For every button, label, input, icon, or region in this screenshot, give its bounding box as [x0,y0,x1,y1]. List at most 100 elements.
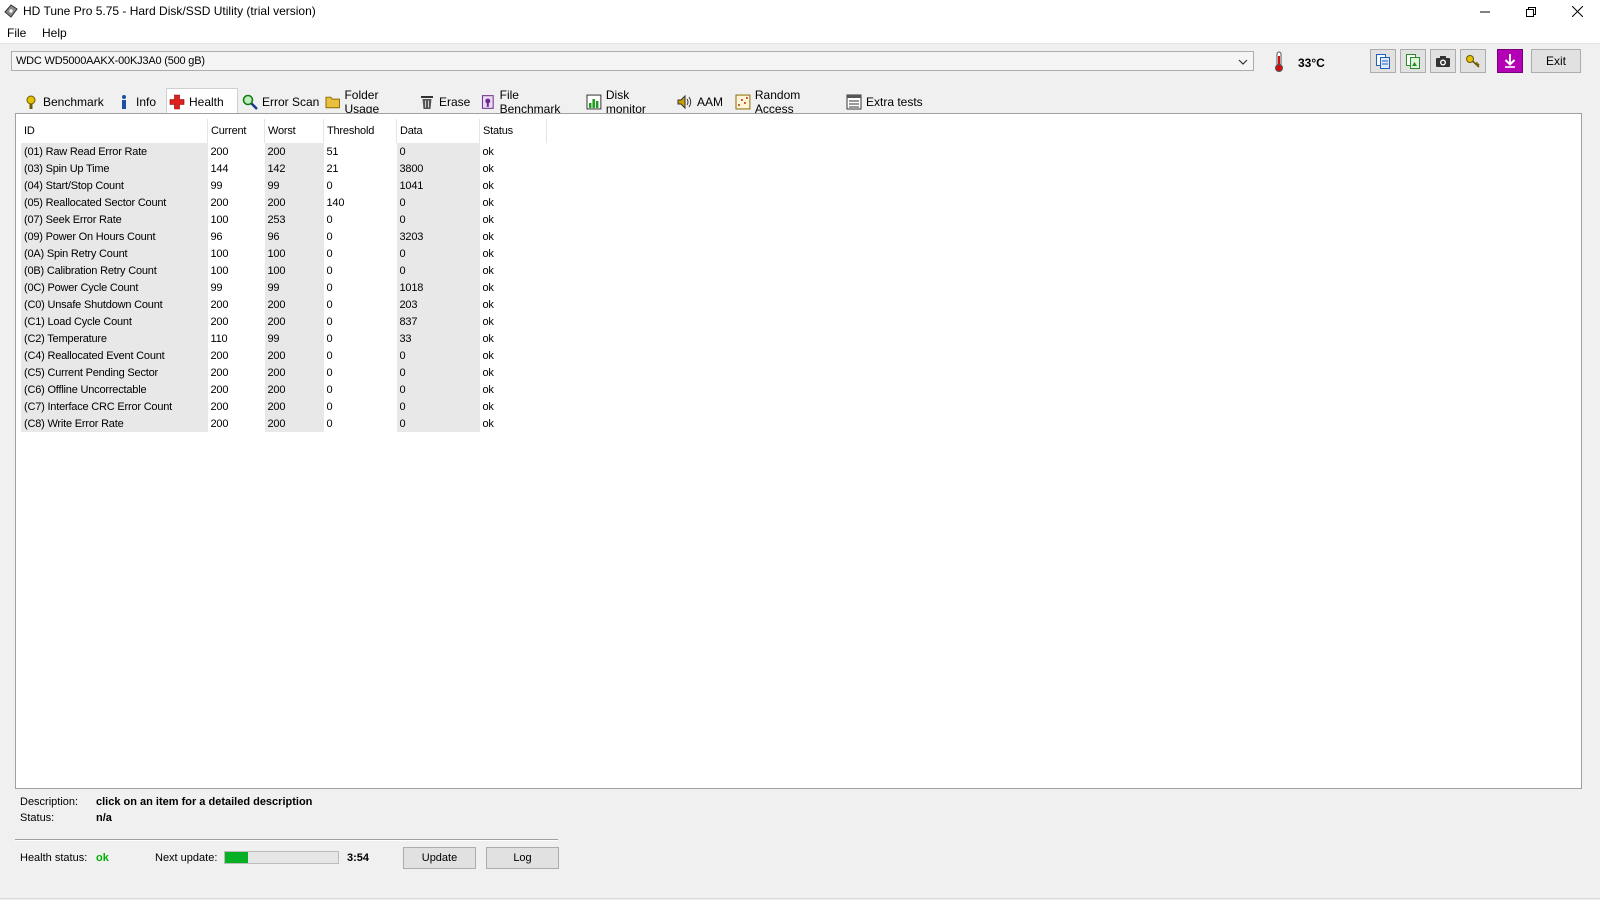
download-button[interactable] [1497,49,1523,73]
table-cell-data: 0 [396,262,480,279]
disk-monitor-icon [586,94,602,109]
table-cell-worst: 200 [264,381,324,398]
copy-text-button[interactable] [1370,49,1396,73]
tab-folder-usage[interactable]: Folder Usage [322,88,415,116]
column-header-status[interactable]: Status [479,119,547,143]
restore-icon [1526,6,1536,17]
tab-file-benchmark-label: File Benchmark [499,87,561,116]
tab-disk-monitor[interactable]: Disk monitor [583,88,673,116]
tab-erase[interactable]: Erase [416,90,476,112]
temperature-readout: 33°C [1298,56,1325,70]
folder-icon [325,96,340,108]
close-icon [1571,6,1583,17]
table-cell-status: ok [482,145,494,158]
table-row[interactable]: (C4) Reallocated Event Count 200 200 0 0 ok [21,347,547,364]
table-cell-data: 0 [396,245,480,262]
speaker-icon [677,94,692,109]
table-cell-threshold: 21 [326,162,339,175]
tab-extra-tests-label: Extra tests [866,94,923,109]
drive-select[interactable]: WDC WD5000AAKX-00KJ3A0 (500 gB) [11,51,1254,71]
table-row[interactable]: (C2) Temperature 110 99 0 33 ok [21,330,547,347]
table-cell-threshold: 0 [326,298,333,311]
table-row[interactable]: (05) Reallocated Sector Count 200 200 140 0 o… [21,194,547,211]
tab-random-access-label: Random Access [754,87,801,116]
window-title: HD Tune Pro 5.75 - Hard Disk/SSD Utility… [23,4,316,18]
menu-file[interactable]: File [7,26,26,40]
table-row[interactable]: (C6) Offline Uncorrectable 200 200 0 0 ok [21,381,547,398]
health-cross-icon [169,94,185,109]
log-button[interactable]: Log [486,847,559,869]
info-icon [122,94,126,109]
copy-icon [1376,54,1390,69]
tab-aam-label: AAM [697,94,724,109]
table-cell-id: (C4) Reallocated Event Count [21,347,208,364]
column-header-data[interactable]: Data [396,119,480,143]
table-cell-status: ok [482,264,494,277]
table-cell-threshold: 140 [326,196,345,209]
tab-info[interactable]: Info [113,90,165,112]
table-cell-id: (07) Seek Error Rate [21,211,208,228]
table-cell-data: 0 [396,398,480,415]
table-row[interactable]: (C5) Current Pending Sector 200 200 0 0 ok [21,364,547,381]
table-row[interactable]: (C1) Load Cycle Count 200 200 0 837 ok [21,313,547,330]
menu-help[interactable]: Help [42,26,67,40]
table-row[interactable]: (0B) Calibration Retry Count 100 100 0 0 ok [21,262,547,279]
table-cell-threshold: 0 [326,230,333,243]
tab-aam[interactable]: AAM [674,90,731,112]
table-cell-worst: 200 [264,194,324,211]
table-cell-threshold: 51 [326,145,339,158]
table-row[interactable]: (0A) Spin Retry Count 100 100 0 0 ok [21,245,547,262]
update-button[interactable]: Update [403,847,476,869]
table-cell-worst: 142 [264,160,324,177]
table-row[interactable]: (09) Power On Hours Count 96 96 0 3203 ok [21,228,547,245]
tab-info-label: Info [136,94,157,109]
column-header-worst[interactable]: Worst [264,119,324,143]
tab-benchmark[interactable]: Benchmark [20,90,112,112]
copy-screenshot-button[interactable] [1400,49,1426,73]
table-cell-data: 1018 [396,279,480,296]
table-cell-current: 200 [210,400,229,413]
close-button[interactable] [1554,0,1600,23]
table-cell-threshold: 0 [326,332,333,345]
smart-table-body: (01) Raw Read Error Rate 200 200 51 0 ok (03) … [21,143,547,432]
tab-file-benchmark[interactable]: File Benchmark [477,88,582,116]
health-status-label: Health status: [20,852,88,864]
minimize-button[interactable] [1462,0,1508,23]
table-cell-status: ok [482,162,494,175]
table-cell-data: 33 [396,330,480,347]
table-cell-current: 200 [210,145,229,158]
random-access-icon [735,94,751,109]
exit-button[interactable]: Exit [1531,49,1581,73]
table-row[interactable]: (01) Raw Read Error Rate 200 200 51 0 ok [21,143,547,160]
copy-image-icon [1406,54,1420,69]
tab-erase-label: Erase [439,94,471,109]
chevron-down-icon [1238,59,1248,65]
table-row[interactable]: (03) Spin Up Time 144 142 21 3800 ok [21,160,547,177]
column-header-threshold[interactable]: Threshold [323,119,397,143]
table-cell-worst: 200 [264,313,324,330]
table-cell-status: ok [482,400,494,413]
table-cell-data: 3800 [396,160,480,177]
table-cell-worst: 100 [264,262,324,279]
table-row[interactable]: (0C) Power Cycle Count 99 99 0 1018 ok [21,279,547,296]
table-row[interactable]: (C0) Unsafe Shutdown Count 200 200 0 203 ok [21,296,547,313]
restore-button[interactable] [1508,0,1554,23]
table-row[interactable]: (C8) Write Error Rate 200 200 0 0 ok [21,415,547,432]
extra-tests-icon [846,94,862,109]
options-button[interactable] [1460,49,1486,73]
table-cell-status: ok [482,247,494,260]
table-cell-current: 100 [210,247,229,260]
table-row[interactable]: (07) Seek Error Rate 100 253 0 0 ok [21,211,547,228]
tab-error-scan[interactable]: Error Scan [239,90,321,112]
column-header-id[interactable]: ID [21,119,208,143]
table-row[interactable]: (04) Start/Stop Count 99 99 0 1041 ok [21,177,547,194]
status-label: Status: [20,812,55,824]
table-cell-data: 0 [396,194,480,211]
tab-random-access[interactable]: Random Access [732,88,842,116]
table-row[interactable]: (C7) Interface CRC Error Count 200 200 0 0 ok [21,398,547,415]
table-cell-status: ok [482,315,494,328]
tab-health[interactable]: Health [166,88,238,114]
column-header-current[interactable]: Current [207,119,265,143]
screenshot-button[interactable] [1430,49,1456,73]
tab-extra-tests[interactable]: Extra tests [843,90,936,112]
